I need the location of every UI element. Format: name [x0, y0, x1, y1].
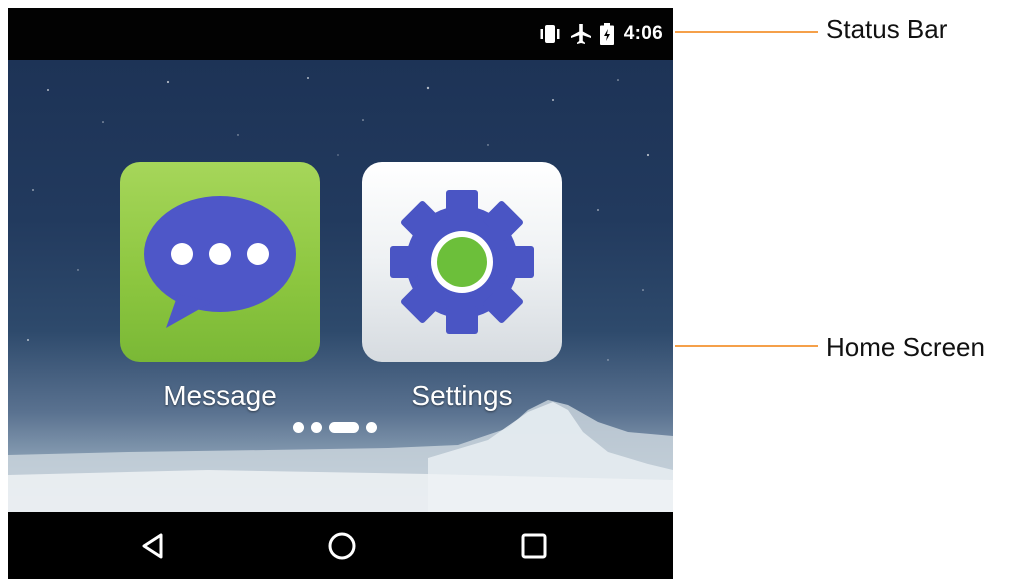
- chat-bubble-icon: [144, 196, 296, 328]
- page-dot[interactable]: [293, 421, 304, 433]
- battery-charging-icon: [599, 23, 614, 45]
- settings-app-icon[interactable]: [362, 162, 562, 362]
- home-screen-callout-line: [675, 345, 818, 347]
- page-dot-active[interactable]: [329, 421, 359, 433]
- navigation-bar: [8, 512, 673, 579]
- gear-icon: [390, 190, 534, 334]
- device-screen: 4:06 Message Settings: [8, 8, 673, 579]
- message-app-icon[interactable]: [120, 162, 320, 362]
- vibrate-icon: [540, 25, 560, 43]
- message-app[interactable]: Message: [120, 162, 320, 411]
- page-indicator[interactable]: [293, 421, 377, 433]
- airplane-mode-icon: [570, 24, 591, 44]
- status-time: 4:06: [623, 23, 663, 44]
- message-app-label: Message: [163, 380, 277, 411]
- back-icon[interactable]: [138, 530, 170, 562]
- page-dot[interactable]: [366, 421, 377, 433]
- status-bar-callout-label: Status Bar: [826, 14, 948, 44]
- home-screen: Message Settings: [8, 60, 673, 512]
- status-icons: 4:06: [538, 8, 663, 60]
- page-dot[interactable]: [311, 421, 322, 433]
- recent-apps-icon[interactable]: [518, 530, 550, 562]
- status-bar-callout-line: [675, 31, 818, 33]
- settings-app-label: Settings: [411, 380, 513, 411]
- home-icon[interactable]: [326, 530, 358, 562]
- wallpaper: [8, 77, 673, 512]
- home-screen-callout-label: Home Screen: [826, 332, 985, 362]
- settings-app[interactable]: Settings: [362, 162, 562, 411]
- status-bar: 4:06: [8, 8, 673, 60]
